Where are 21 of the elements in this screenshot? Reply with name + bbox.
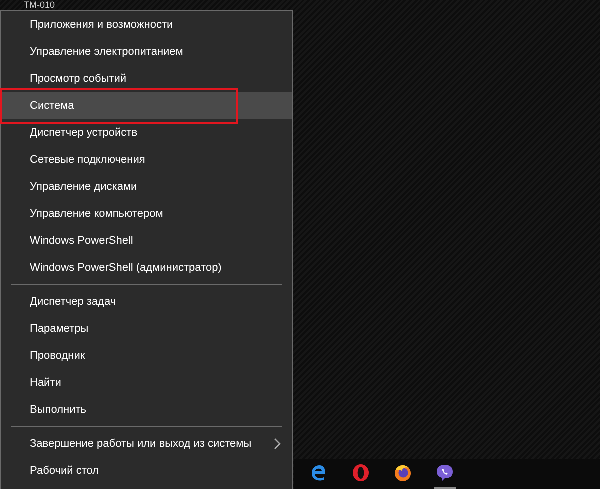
menu-item[interactable]: Сетевые подключения <box>1 146 292 173</box>
menu-item[interactable]: Рабочий стол <box>1 457 292 484</box>
menu-item[interactable]: Диспетчер устройств <box>1 119 292 146</box>
menu-item[interactable]: Диспетчер задач <box>1 288 292 315</box>
ring-o-icon <box>351 463 371 483</box>
menu-item[interactable]: Выполнить <box>1 396 292 423</box>
menu-item[interactable]: Управление электропитанием <box>1 38 292 65</box>
menu-item[interactable]: Завершение работы или выход из системы <box>1 430 292 457</box>
menu-item[interactable]: Управление дисками <box>1 173 292 200</box>
window-title: TM-010 <box>24 0 56 10</box>
menu-item[interactable]: Параметры <box>1 315 292 342</box>
menu-item[interactable]: Windows PowerShell <box>1 227 292 254</box>
menu-item[interactable]: Проводник <box>1 342 292 369</box>
menu-item[interactable]: Windows PowerShell (администратор) <box>1 254 292 281</box>
firefox-icon <box>393 463 413 483</box>
phone-bubble-icon <box>435 463 455 483</box>
menu-item[interactable]: Управление компьютером <box>1 200 292 227</box>
menu-item[interactable]: Просмотр событий <box>1 65 292 92</box>
menu-item[interactable]: Приложения и возможности <box>1 11 292 38</box>
chevron-right-icon <box>274 438 282 450</box>
menu-item[interactable]: Найти <box>1 369 292 396</box>
